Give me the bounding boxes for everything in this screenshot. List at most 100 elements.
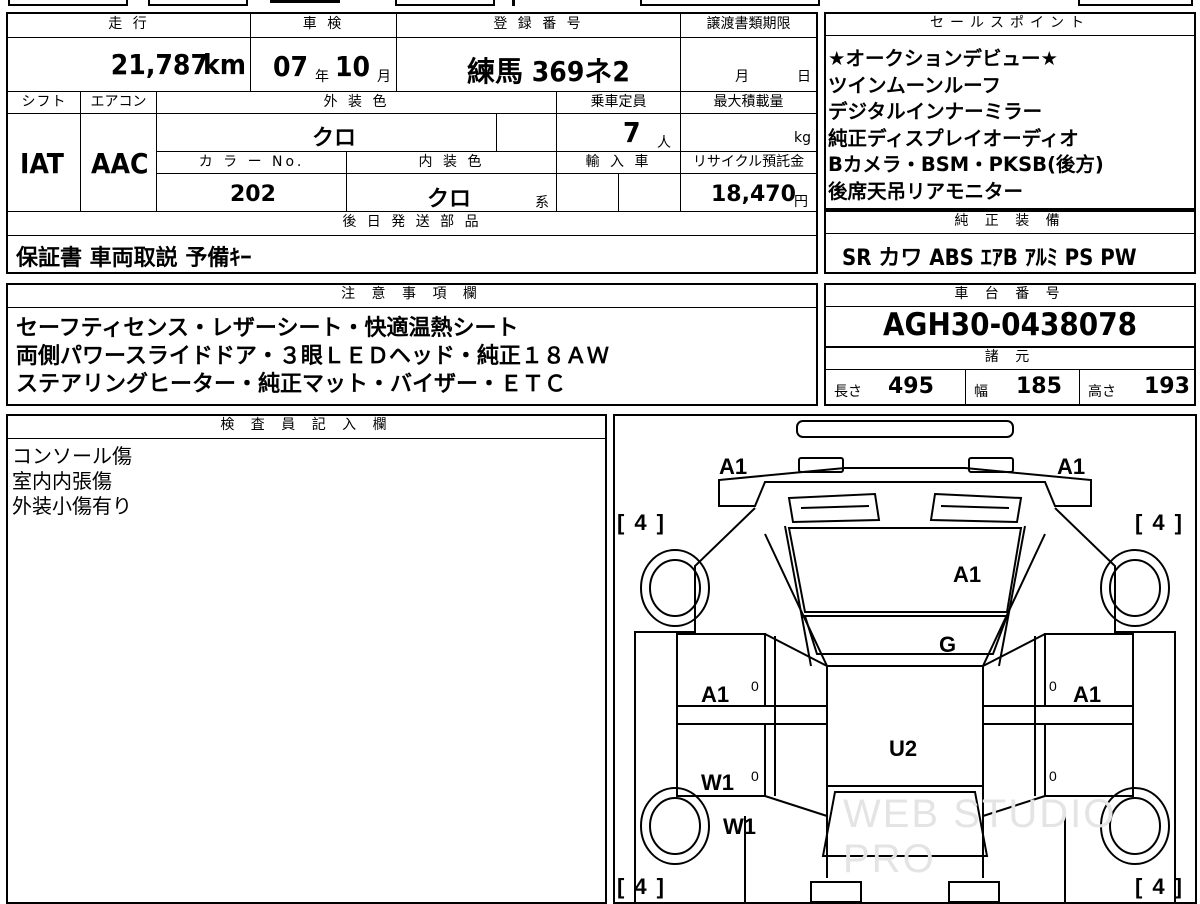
mark-left-rear-quarter: W1 xyxy=(723,814,756,839)
tire-rear-left: [4] xyxy=(617,874,668,899)
chassis-box: 車 台 番 号 AGH30-0438078 xyxy=(824,283,1196,348)
tire-rear-left-value: 4 xyxy=(634,874,651,899)
chassis-header: 車 台 番 号 xyxy=(826,285,1194,307)
tire-front-right-value: 4 xyxy=(1152,510,1169,535)
color-no-cell: 202 xyxy=(157,174,347,212)
tire-rear-right: [4] xyxy=(1135,874,1186,899)
import-cell-right xyxy=(619,174,681,212)
mark-left-front-door: A1 xyxy=(701,682,730,707)
notes-line: 両側パワースライドドア・３眼ＬＥＤヘッド・純正１８ＡＷ xyxy=(16,344,609,369)
exterior-color-header: 外 装 色 xyxy=(157,92,557,114)
mark-left-rear-door: W1 xyxy=(701,770,734,795)
specs-box: 諸 元 長さ 495 幅 185 高さ 193 xyxy=(824,346,1196,406)
aircon-header: エアコン xyxy=(81,92,157,114)
inspector-line: コンソール傷 xyxy=(12,444,132,468)
inspection-year-unit: 年 xyxy=(315,69,329,85)
damage-diagram: WEB STUDIO PRO A1 A1 A1 G A1 A1 U2 W1 W1… xyxy=(613,414,1197,904)
spec-height: 高さ 193 xyxy=(1080,370,1194,404)
interior-color-value: クロ xyxy=(427,187,472,212)
interior-color-header: 内 装 色 xyxy=(347,152,557,174)
sales-point-line: デジタルインナーミラー xyxy=(828,100,1043,123)
inspection-month-unit: 月 xyxy=(377,69,391,85)
mark-windshield: G xyxy=(939,632,957,657)
width-value: 185 xyxy=(1016,374,1062,399)
deadline-day-unit: 日 xyxy=(797,69,811,85)
shift-cell: IAT xyxy=(8,114,81,212)
mileage-cell: 21,787 km xyxy=(8,38,251,92)
sales-points-header: セールスポイント xyxy=(826,14,1194,36)
notes-box: 注 意 事 項 欄 セーフティセンス・レザーシート・快適温熱シート 両側パワース… xyxy=(6,283,818,406)
height-value: 193 xyxy=(1144,374,1190,399)
recycle-cell: 18,470 円 xyxy=(681,174,816,212)
mileage-value: 21,787 xyxy=(110,48,208,81)
mileage-unit: km xyxy=(203,48,246,81)
import-header: 輸 入 車 xyxy=(557,152,681,174)
inspector-box: 検 査 員 記 入 欄 コンソール傷 室内内張傷 外装小傷有り xyxy=(6,414,607,904)
interior-color-cell: クロ 系 xyxy=(347,174,557,212)
height-label: 高さ xyxy=(1088,384,1116,400)
spec-width: 幅 185 xyxy=(966,370,1080,404)
door-tick: 0 xyxy=(751,678,759,694)
deadline-month-unit: 月 xyxy=(735,69,749,85)
exterior-color-extra xyxy=(497,114,557,152)
recycle-unit: 円 xyxy=(794,194,808,210)
inspection-month: 10 xyxy=(335,50,371,83)
chassis-number: AGH30-0438078 xyxy=(882,307,1138,343)
inspection-cell: 07 年 10 月 xyxy=(251,38,397,92)
notes-list: セーフティセンス・レザーシート・快適温熱シート 両側パワースライドドア・３眼ＬＥ… xyxy=(16,315,609,399)
capacity-header: 乗車定員 xyxy=(557,92,681,114)
registration-cell: 練馬 369ネ2 xyxy=(397,38,681,92)
sales-point-line: 純正ディスプレイオーディオ xyxy=(828,126,1079,150)
tire-rear-right-value: 4 xyxy=(1152,874,1169,899)
top-remnant-strip xyxy=(0,0,1200,8)
inspection-year: 07 xyxy=(273,50,309,83)
inspector-notes: コンソール傷 室内内張傷 外装小傷有り xyxy=(12,444,132,519)
vehicle-info-table: 走 行 車 検 登 録 番 号 譲渡書類期限 21,787 km 07 年 10… xyxy=(6,12,818,274)
later-parts-value: 保証書 車両取説 予備ｷｰ xyxy=(16,246,252,271)
door-tick: 0 xyxy=(751,768,759,784)
sales-points-box: セールスポイント ★オークションデビュー★ ツインムーンルーフ デジタルインナー… xyxy=(824,12,1196,210)
shift-header: シフト xyxy=(8,92,81,114)
sales-point-line: ★オークションデビュー★ xyxy=(828,47,1058,70)
length-label: 長さ xyxy=(834,384,862,400)
capacity-unit: 人 xyxy=(657,135,671,151)
tire-front-right: [4] xyxy=(1135,510,1186,535)
door-tick: 0 xyxy=(1049,768,1057,784)
length-value: 495 xyxy=(888,374,934,399)
recycle-header: リサイクル預託金 xyxy=(681,152,816,174)
tire-front-left: [4] xyxy=(617,510,668,535)
equipment-items: SR カワ ABS ｴｱB ｱﾙﾐ PS PW xyxy=(842,246,1137,271)
recycle-value: 18,470 xyxy=(711,182,796,207)
inspection-header: 車 検 xyxy=(251,14,397,38)
inspector-line: 室内内張傷 xyxy=(12,469,112,493)
tire-front-left-value: 4 xyxy=(634,510,651,535)
inspector-line: 外装小傷有り xyxy=(12,494,132,518)
color-no-header: カ ラ ー No. xyxy=(157,152,347,174)
equipment-header: 純 正 装 備 xyxy=(826,212,1194,234)
capacity-cell: 7 人 xyxy=(557,114,681,152)
capacity-value: 7 xyxy=(623,116,641,149)
inspector-header: 検 査 員 記 入 欄 xyxy=(8,416,605,439)
shift-value: IAT xyxy=(20,147,64,180)
sales-point-line: 後席天吊リアモニター xyxy=(828,179,1024,203)
mark-front-left: A1 xyxy=(719,454,748,479)
specs-header: 諸 元 xyxy=(826,348,1194,370)
mark-hood: A1 xyxy=(953,562,982,587)
registration-header: 登 録 番 号 xyxy=(397,14,681,38)
watermark: WEB STUDIO PRO xyxy=(843,792,1117,881)
equipment-box: 純 正 装 備 SR カワ ABS ｴｱB ｱﾙﾐ PS PW xyxy=(824,210,1196,274)
notes-line: ステアリングヒーター・純正マット・バイザー・ＥＴＣ xyxy=(16,372,567,397)
notes-line: セーフティセンス・レザーシート・快適温熱シート xyxy=(16,316,519,341)
sales-point-line: Bカメラ・BSM・PKSB(後方) xyxy=(828,153,1104,176)
mark-front-right: A1 xyxy=(1057,454,1086,479)
max-load-header: 最大積載量 xyxy=(681,92,816,114)
exterior-color-value: クロ xyxy=(312,126,357,151)
mark-roof: U2 xyxy=(889,736,918,761)
notes-header: 注 意 事 項 欄 xyxy=(8,285,816,308)
aircon-value: AAC xyxy=(91,147,149,180)
exterior-color-cell: クロ xyxy=(157,114,497,152)
interior-color-suffix: 系 xyxy=(535,195,549,211)
registration-number: 練馬 369ネ2 xyxy=(467,55,630,88)
color-no-value: 202 xyxy=(230,182,276,207)
sales-point-line: ツインムーンルーフ xyxy=(828,73,1001,97)
